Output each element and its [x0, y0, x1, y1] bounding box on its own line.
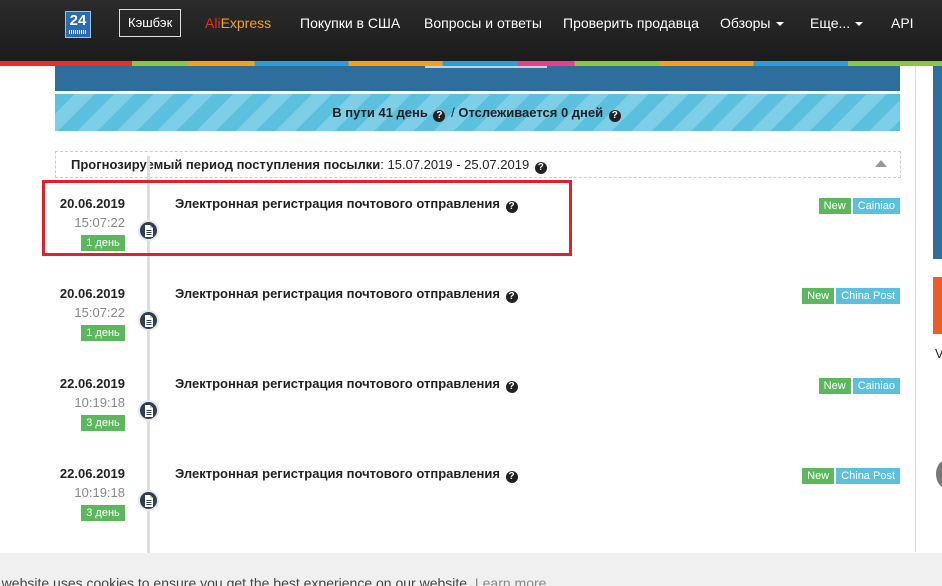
event-time: 15:07:22 — [74, 305, 125, 320]
nav-item-label: Проверить продавца — [563, 15, 699, 31]
event-days-badge: 3 день — [81, 415, 125, 431]
event-date: 20.06.2019 — [59, 286, 125, 301]
new-badge: New — [802, 468, 835, 484]
nav-express-label: Express — [220, 15, 272, 31]
header-underline — [425, 66, 547, 68]
caret-down-icon — [775, 22, 784, 27]
source-badge: Cainiao — [852, 198, 900, 214]
event-title: Электронная регистрация почтового отправ… — [175, 286, 520, 303]
nav-usa-shopping-link[interactable]: Покупки в США — [300, 0, 400, 46]
event-badges: New Cainiao — [818, 378, 900, 394]
question-circle-icon[interactable]: ? — [534, 162, 547, 174]
chevron-up-icon[interactable] — [875, 160, 887, 167]
nav-faq-link[interactable]: Вопросы и ответы — [424, 0, 542, 46]
question-circle-icon[interactable]: ? — [608, 110, 621, 122]
tracking-header-band — [55, 66, 900, 91]
timeline-event: 22.06.2019 10:19:18 3 день Электронная реги… — [0, 466, 916, 556]
cookie-banner: e website uses cookies to ensure you get… — [0, 553, 942, 586]
nav-cashback-button[interactable]: Кэшбэк — [119, 9, 182, 37]
new-badge: New — [818, 378, 851, 394]
status-separator: / — [447, 105, 459, 120]
nav-item-label: Вопросы и ответы — [424, 15, 542, 31]
forecast-period: 15.07.2019 - 25.07.2019 — [387, 157, 530, 172]
nav-more-dropdown[interactable]: Еще... — [810, 0, 864, 46]
cookie-text-wrap: e website uses cookies to ensure you get… — [0, 575, 546, 586]
event-days-badge: 1 день — [81, 325, 125, 341]
question-circle-icon[interactable]: ? — [505, 381, 518, 393]
event-title-text: Электронная регистрация почтового отправ… — [175, 466, 500, 481]
new-badge: New — [802, 288, 835, 304]
caret-down-icon — [855, 22, 864, 27]
timeline-event: 20.06.2019 15:07:22 1 день Электронная реги… — [0, 286, 916, 376]
side-text: V — [935, 346, 942, 361]
forecast-label: Прогнозируемый период поступления посылк… — [71, 157, 381, 172]
source-badge: China Post — [836, 468, 900, 484]
tracking-days: Отслеживается 0 дней — [458, 105, 604, 120]
forecast-colon: : — [380, 157, 384, 172]
question-circle-icon[interactable]: ? — [505, 291, 518, 303]
timeline-event: 22.06.2019 10:19:18 3 день Электронная реги… — [0, 376, 916, 466]
logo-text: 24 — [69, 12, 87, 29]
source-badge: China Post — [836, 288, 900, 304]
site-logo[interactable]: 24 — [65, 11, 91, 38]
document-icon — [138, 490, 159, 511]
event-badges: New China Post — [802, 288, 900, 304]
event-days-badge: 3 день — [81, 505, 125, 521]
nav-api-link[interactable]: API — [891, 0, 914, 46]
side-scroll-button[interactable] — [936, 460, 942, 488]
cookie-learn-more-link[interactable]: Learn more — [475, 575, 547, 586]
nav-cashback-label: Кэшбэк — [128, 15, 173, 30]
in-transit-days: В пути 41 день — [332, 105, 428, 120]
nav-aliexpress-link[interactable]: AliExpress — [205, 0, 271, 46]
new-badge: New — [818, 198, 851, 214]
nav-reviews-dropdown[interactable]: Обзоры — [720, 0, 784, 46]
side-panel-blue — [933, 66, 942, 259]
question-circle-icon[interactable]: ? — [505, 471, 518, 483]
event-title: Электронная регистрация почтового отправ… — [175, 466, 520, 483]
nav-check-seller-link[interactable]: Проверить продавца — [563, 0, 699, 46]
nav-item-label: Еще... — [810, 15, 851, 31]
nav-ali-label: Ali — [205, 15, 221, 31]
document-icon — [138, 400, 159, 421]
nav-item-label: Покупки в США — [300, 15, 401, 31]
logo-barcode-icon — [69, 30, 87, 34]
event-badges: New China Post — [802, 468, 900, 484]
source-badge: Cainiao — [852, 378, 900, 394]
transit-status-bar: В пути 41 день ? / Отслеживается 0 дней … — [55, 94, 900, 131]
event-title-text: Электронная регистрация почтового отправ… — [175, 286, 500, 301]
nav-item-label: API — [891, 15, 914, 31]
event-badges: New Cainiao — [818, 198, 900, 214]
event-title: Электронная регистрация почтового отправ… — [175, 376, 520, 393]
event-date: 22.06.2019 — [59, 466, 125, 481]
event-date: 22.06.2019 — [59, 376, 125, 391]
document-icon — [138, 310, 159, 331]
forecast-panel[interactable]: Прогнозируемый период поступления посылк… — [55, 151, 901, 178]
nav-item-label: Обзоры — [720, 15, 771, 31]
top-navbar: 24 Кэшбэк AliExpress Покупки в США Вопро… — [0, 0, 942, 61]
highlight-box — [42, 180, 572, 256]
cookie-text: e website uses cookies to ensure you get… — [0, 575, 471, 586]
event-time: 10:19:18 — [74, 395, 125, 410]
event-title-text: Электронная регистрация почтового отправ… — [175, 376, 500, 391]
event-time: 10:19:18 — [74, 485, 125, 500]
question-circle-icon[interactable]: ? — [433, 110, 446, 122]
side-banner-orange[interactable] — [933, 277, 942, 334]
